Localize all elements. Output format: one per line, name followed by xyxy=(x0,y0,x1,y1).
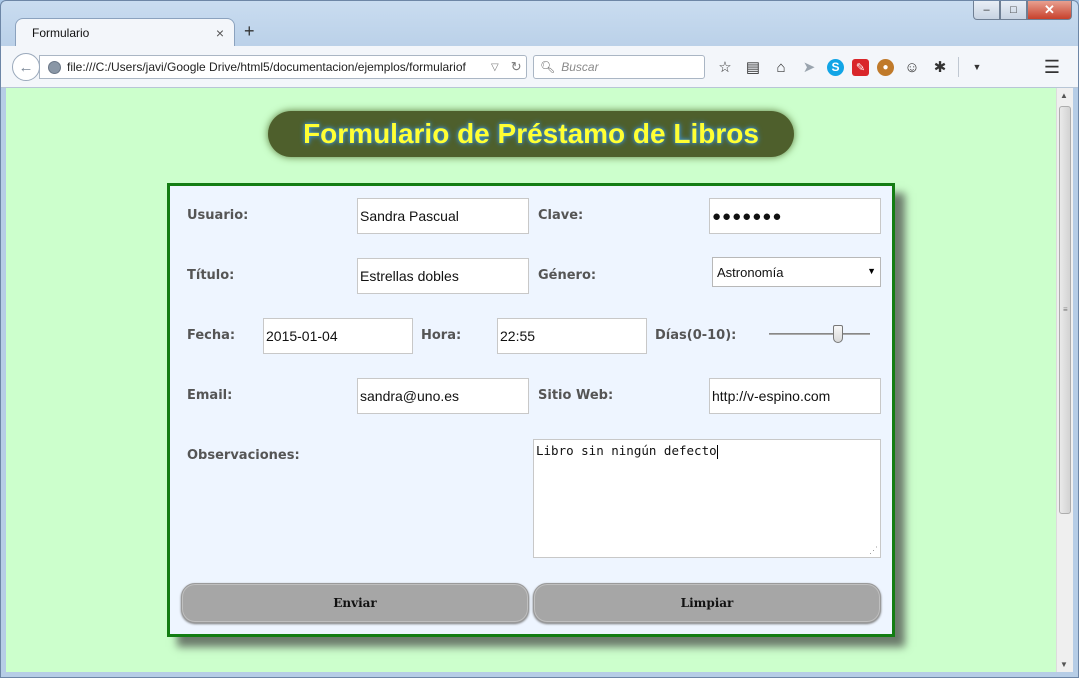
slider-thumb[interactable] xyxy=(832,325,843,343)
grip-icon: ≡ xyxy=(1063,305,1068,314)
scroll-up-icon[interactable]: ▲ xyxy=(1060,91,1068,100)
loan-form: Usuario: Sandra Pascual Clave: ●●●●●●● T… xyxy=(167,183,895,637)
history-dropdown-icon[interactable]: ▽ xyxy=(491,62,499,73)
search-placeholder[interactable]: Buscar xyxy=(561,60,598,74)
bookmark-star-icon[interactable]: ☆ xyxy=(715,57,735,77)
titulo-input[interactable]: Estrellas dobles xyxy=(357,258,529,294)
text-caret xyxy=(716,444,718,459)
slider-track xyxy=(769,333,870,335)
vertical-scrollbar[interactable]: ▲ ≡ ▼ xyxy=(1056,88,1073,672)
search-bar[interactable]: 🔍︎ Buscar xyxy=(533,55,705,79)
clave-password-input[interactable]: ●●●●●●● xyxy=(709,198,881,234)
url-bar[interactable]: file:///C:/Users/javi/Google Drive/html5… xyxy=(39,55,527,79)
observaciones-textarea[interactable]: Libro sin ningún defecto ⋰ xyxy=(533,439,881,558)
search-icon: 🔍︎ xyxy=(540,60,556,74)
genero-label: Género: xyxy=(538,268,597,283)
web-label: Sitio Web: xyxy=(538,388,614,403)
enviar-button[interactable]: Enviar xyxy=(181,583,529,623)
observaciones-label: Observaciones: xyxy=(187,448,300,463)
hora-label: Hora: xyxy=(421,328,462,343)
globe-icon xyxy=(48,60,61,74)
chevron-down-icon[interactable]: ▼ xyxy=(967,57,987,77)
toolbar-separator xyxy=(958,57,959,77)
fecha-date-input[interactable]: 2015-01-04 xyxy=(263,318,413,354)
back-button[interactable]: ← xyxy=(12,53,40,81)
hora-time-input[interactable]: 22:55 xyxy=(497,318,647,354)
url-text[interactable]: file:///C:/Users/javi/Google Drive/html5… xyxy=(67,60,485,74)
fecha-label: Fecha: xyxy=(187,328,236,343)
hamburger-menu-icon[interactable]: ☰ xyxy=(1044,57,1060,78)
scroll-down-icon[interactable]: ▼ xyxy=(1060,660,1068,669)
genero-selected: Astronomía xyxy=(717,264,784,280)
close-window-button[interactable]: ✕ xyxy=(1027,1,1072,20)
observaciones-text: Libro sin ningún defecto xyxy=(536,443,717,458)
email-label: Email: xyxy=(187,388,233,403)
web-url-input[interactable]: http://v-espino.com xyxy=(709,378,881,414)
title-banner: Formulario de Préstamo de Libros xyxy=(268,111,794,157)
new-tab-button[interactable]: + xyxy=(244,21,255,42)
resize-grip-icon[interactable]: ⋰ xyxy=(869,546,878,556)
tab-close-icon[interactable]: × xyxy=(216,25,224,41)
send-icon[interactable]: ➤ xyxy=(799,57,819,77)
maximize-button[interactable]: □ xyxy=(1000,1,1027,20)
toolbar-icons: ☆ ▤ ⌂ ➤ S ✎ ● ☺ ✱ ▼ xyxy=(715,57,987,77)
usuario-label: Usuario: xyxy=(187,208,249,223)
home-icon[interactable]: ⌂ xyxy=(771,57,791,77)
reading-list-icon[interactable]: ▤ xyxy=(743,57,763,77)
back-arrow-icon: ← xyxy=(18,58,34,76)
cookie-icon[interactable]: ● xyxy=(877,58,894,76)
navigation-toolbar: file:///C:/Users/javi/Google Drive/html5… xyxy=(1,46,1078,88)
bug-icon[interactable]: ✱ xyxy=(930,57,950,77)
titulo-label: Título: xyxy=(187,268,235,283)
email-input[interactable]: sandra@uno.es xyxy=(357,378,529,414)
page-viewport: Formulario de Préstamo de Libros Usuario… xyxy=(6,88,1056,672)
skype-icon[interactable]: S xyxy=(827,58,844,76)
smiley-icon[interactable]: ☺ xyxy=(902,57,922,77)
genero-select[interactable]: Astronomía ▼ xyxy=(712,257,881,287)
addon-red-icon[interactable]: ✎ xyxy=(852,58,869,76)
tab-title: Formulario xyxy=(32,26,90,40)
scroll-thumb[interactable]: ≡ xyxy=(1059,106,1071,514)
dias-label: Días(0-10): xyxy=(655,328,737,343)
clave-label: Clave: xyxy=(538,208,584,223)
reload-icon[interactable]: ↻ xyxy=(511,59,522,75)
usuario-input[interactable]: Sandra Pascual xyxy=(357,198,529,234)
browser-tab[interactable]: Formulario × xyxy=(15,18,235,47)
window-controls: – □ ✕ xyxy=(973,1,1072,20)
minimize-button[interactable]: – xyxy=(973,1,1000,20)
page-title: Formulario de Préstamo de Libros xyxy=(303,118,759,149)
limpiar-button[interactable]: Limpiar xyxy=(533,583,881,623)
chevron-down-icon: ▼ xyxy=(867,266,876,276)
